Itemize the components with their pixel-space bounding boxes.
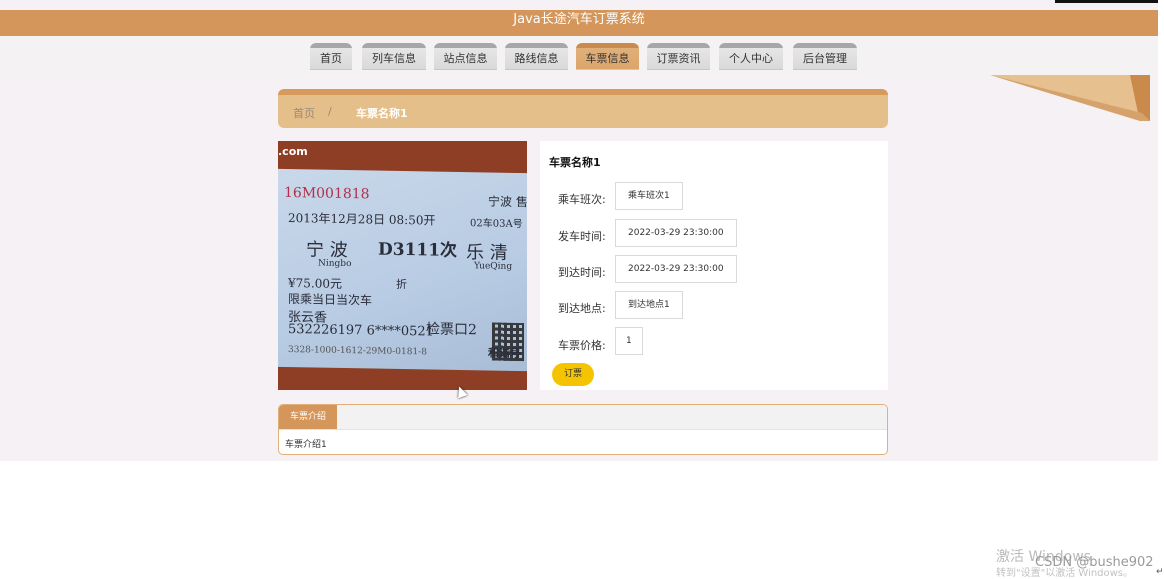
return-arrow-icon: ↵ (1156, 567, 1164, 577)
ticket-gate: 检票口2 (426, 321, 477, 339)
train-schedule-value: 乘车班次1 (615, 182, 683, 210)
arrival-time-label: 到达时间: (558, 266, 606, 279)
breadcrumb-current: 车票名称1 (356, 107, 408, 120)
ticket-serial: 16M001818 (284, 184, 370, 203)
site-title: Java长途汽车订票系统 (0, 10, 1158, 36)
ticket-seat: 02车03A号 (470, 218, 523, 231)
corner-decoration (990, 75, 1150, 121)
breadcrumb-home[interactable]: 首页 (293, 105, 315, 121)
ticket-intro-content: 车票介绍1 (285, 440, 327, 450)
book-ticket-button[interactable]: 订票 (552, 363, 594, 386)
ticket-price-label: 车票价格: (558, 339, 606, 352)
nav-ticket-info[interactable]: 车票信息 (576, 43, 639, 69)
nav-personal-center[interactable]: 个人中心 (719, 43, 783, 69)
top-right-bar (1055, 0, 1158, 3)
departure-time-label: 发车时间: (558, 230, 606, 243)
ticket-train-no: D3111次 (378, 239, 458, 261)
nav-admin[interactable]: 后台管理 (793, 43, 857, 69)
ticket-intro-panel: 车票介绍 车票介绍1 (278, 404, 888, 455)
breadcrumb-separator: / (328, 105, 332, 118)
ticket-brand: 和谐号 (488, 346, 521, 361)
csdn-watermark: CSDN @bushe902 (1035, 555, 1154, 570)
ticket-to-pinyin: YueQing (474, 261, 513, 272)
arrival-place-label: 到达地点: (558, 302, 606, 315)
nav-route-info[interactable]: 路线信息 (505, 43, 568, 69)
tab-ticket-intro[interactable]: 车票介绍 (279, 405, 337, 429)
ticket-site: .com (278, 145, 308, 158)
ticket-code: 3328-1000-1612-29M0-0181-8 (288, 345, 427, 358)
nav-booking-news[interactable]: 订票资讯 (647, 43, 710, 69)
ticket-detail-panel: 车票名称1 乘车班次: 乘车班次1 发车时间: 2022-03-29 23:30… (540, 141, 888, 390)
ticket-datetime: 2013年12月28日 08:50开 (288, 211, 436, 228)
ticket-detail-title: 车票名称1 (549, 156, 601, 169)
breadcrumb: 首页 / 车票名称1 (278, 89, 888, 128)
ticket-station-top: 宁波 售 (488, 194, 527, 210)
nav-train-info[interactable]: 列车信息 (362, 43, 426, 69)
arrival-place-value: 到达地点1 (615, 291, 683, 319)
nav-home[interactable]: 首页 (310, 43, 352, 69)
train-schedule-label: 乘车班次: (558, 193, 606, 206)
arrival-time-value: 2022-03-29 23:30:00 (615, 255, 737, 283)
app-window: Java长途汽车订票系统 首页 列车信息 站点信息 路线信息 车票信息 订票资讯… (0, 0, 1158, 461)
ticket-from-pinyin: Ningbo (318, 258, 352, 270)
ticket-paper: 16M001818 宁波 售 2013年12月28日 08:50开 02车03A… (278, 168, 527, 372)
ticket-price-value: 1 (615, 327, 643, 355)
ticket-image: .com 16M001818 宁波 售 2013年12月28日 08:50开 0… (278, 141, 527, 390)
ticket-discount: 折 (396, 277, 407, 292)
nav-station-info[interactable]: 站点信息 (434, 43, 497, 69)
ticket-id-number: 532226197 6****0521 (288, 322, 434, 340)
departure-time-value: 2022-03-29 23:30:00 (615, 219, 737, 247)
ticket-intro-header: 车票介绍 (279, 405, 887, 430)
